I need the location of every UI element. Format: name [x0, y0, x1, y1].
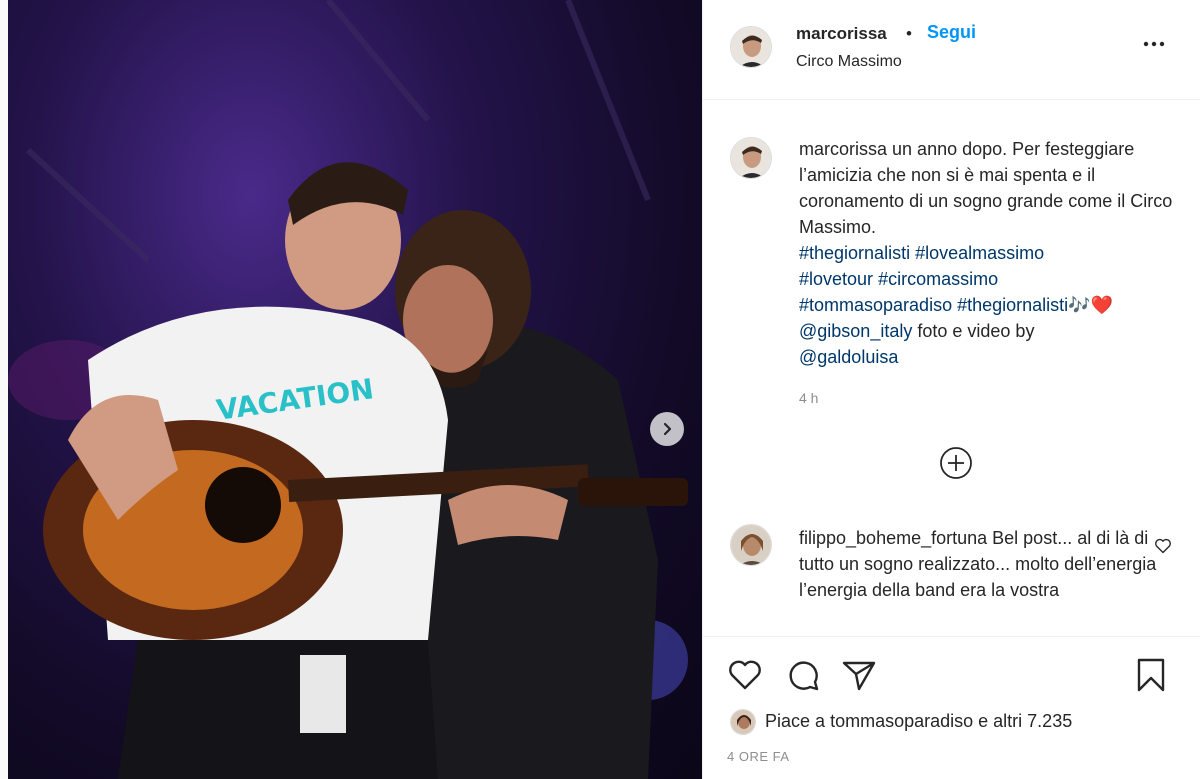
- chevron-right-icon: [663, 422, 672, 436]
- mention[interactable]: @gibson_italy: [799, 321, 912, 341]
- plus-circle-icon[interactable]: [938, 445, 974, 481]
- comment: filippo_boheme_fortuna Bel post... al di…: [799, 525, 1159, 603]
- avatar-image: [731, 138, 771, 178]
- avatar-image: [731, 27, 771, 67]
- emoji: 🎶❤️: [1068, 295, 1114, 315]
- caption-author-avatar[interactable]: [730, 137, 772, 179]
- author-username[interactable]: marcorissa: [796, 24, 887, 44]
- next-image-button[interactable]: [650, 412, 684, 446]
- more-horizontal-icon[interactable]: [1139, 34, 1169, 54]
- likes-summary: Piace a tommasoparadiso e altri 7.235: [765, 711, 1072, 732]
- post-media-pane: VACATION: [0, 0, 702, 779]
- separator-dot: •: [906, 24, 912, 43]
- likes-prefix: Piace a: [765, 711, 826, 731]
- mention[interactable]: @galdoluisa: [799, 347, 898, 367]
- hashtag[interactable]: #thegiornalisti: [957, 295, 1068, 315]
- commenter-avatar[interactable]: [730, 524, 772, 566]
- caption-text: foto e video by: [917, 321, 1035, 341]
- post-actions: Piace a tommasoparadiso e altri 7.235 4 …: [703, 636, 1200, 779]
- instagram-post-page: VACATION marcorissa • Segui Circo Massim…: [0, 0, 1200, 779]
- avatar-image: [731, 710, 755, 734]
- post-caption: marcorissa un anno dopo. Per festeggiare…: [799, 136, 1185, 370]
- liker-avatar[interactable]: [730, 709, 756, 735]
- likes-suffix[interactable]: e altri 7.235: [978, 711, 1072, 731]
- comment-username[interactable]: filippo_boheme_fortuna: [799, 528, 987, 548]
- comment-icon[interactable]: [783, 655, 823, 695]
- caption-username[interactable]: marcorissa: [799, 139, 887, 159]
- post-header: marcorissa • Segui Circo Massimo: [703, 0, 1200, 100]
- bookmark-icon[interactable]: [1131, 655, 1171, 695]
- post-location[interactable]: Circo Massimo: [796, 53, 902, 71]
- heart-icon[interactable]: [725, 655, 765, 695]
- hashtag[interactable]: #circomassimo: [878, 269, 998, 289]
- concert-photo-illustration: VACATION: [8, 0, 688, 779]
- post-details-pane: marcorissa • Segui Circo Massimo marcori…: [702, 0, 1200, 779]
- hashtag[interactable]: #thegiornalisti: [799, 243, 910, 263]
- post-timestamp[interactable]: 4 ORE FA: [727, 749, 790, 764]
- likes-user[interactable]: tommasoparadiso: [830, 711, 973, 731]
- hashtag[interactable]: #lovetour: [799, 269, 873, 289]
- avatar-image: [731, 525, 771, 565]
- hashtag[interactable]: #tommasoparadiso: [799, 295, 952, 315]
- heart-icon[interactable]: [1153, 536, 1173, 556]
- author-avatar[interactable]: [730, 26, 772, 68]
- caption-time: 4 h: [799, 390, 819, 406]
- post-photo: VACATION: [8, 0, 702, 779]
- follow-button[interactable]: Segui: [927, 22, 976, 43]
- send-icon[interactable]: [839, 655, 879, 695]
- hashtag[interactable]: #lovealmassimo: [915, 243, 1044, 263]
